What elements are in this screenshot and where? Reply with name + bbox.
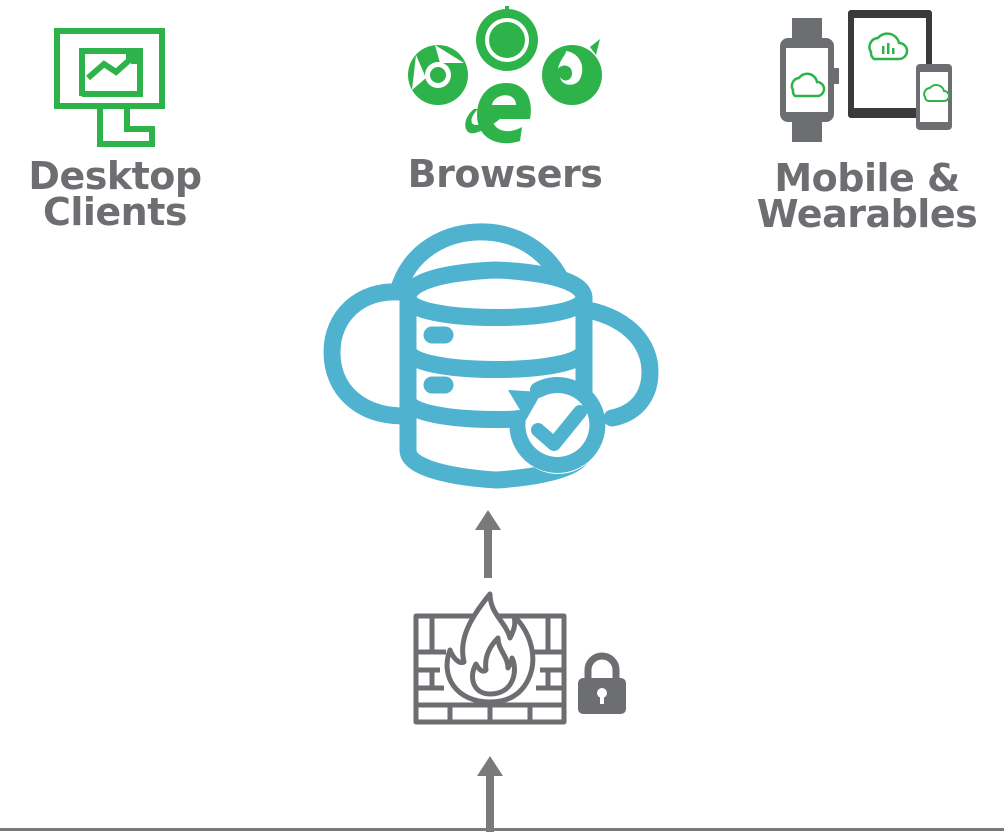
firewall-icon	[413, 591, 567, 725]
lock-icon	[578, 652, 626, 714]
flame	[444, 591, 536, 705]
desktop-label-line2: Clients	[42, 190, 188, 234]
network-baseline	[0, 828, 1004, 831]
smartwatch	[780, 18, 839, 142]
browsers-label: Browsers	[407, 152, 603, 196]
firefox-logo	[542, 39, 602, 105]
mobile-label: Mobile & Wearables	[730, 156, 1004, 236]
smartphone	[916, 64, 952, 130]
desktop-monitor-chart-icon	[54, 28, 165, 147]
mobile-label-line2: Wearables	[756, 192, 978, 236]
safari-logo	[476, 6, 538, 71]
desktop-label-line1: Desktop	[28, 154, 202, 198]
desktop-clients-group: Desktop Clients	[0, 0, 230, 260]
arrow-up-upper	[475, 510, 501, 578]
cloud-database-sync-icon	[323, 223, 659, 489]
mobile-wearable-devices-icon	[780, 10, 952, 142]
browser-logos-icon	[408, 6, 602, 144]
arrow-up-lower	[477, 756, 503, 832]
desktop-label: Desktop Clients	[0, 154, 230, 234]
ie-logo	[465, 83, 531, 144]
chrome-logo	[408, 45, 468, 105]
mobile-wearables-group: Mobile & Wearables	[730, 0, 1004, 260]
browsers-group: Browsers	[370, 0, 640, 200]
mobile-label-line1: Mobile &	[774, 156, 960, 200]
